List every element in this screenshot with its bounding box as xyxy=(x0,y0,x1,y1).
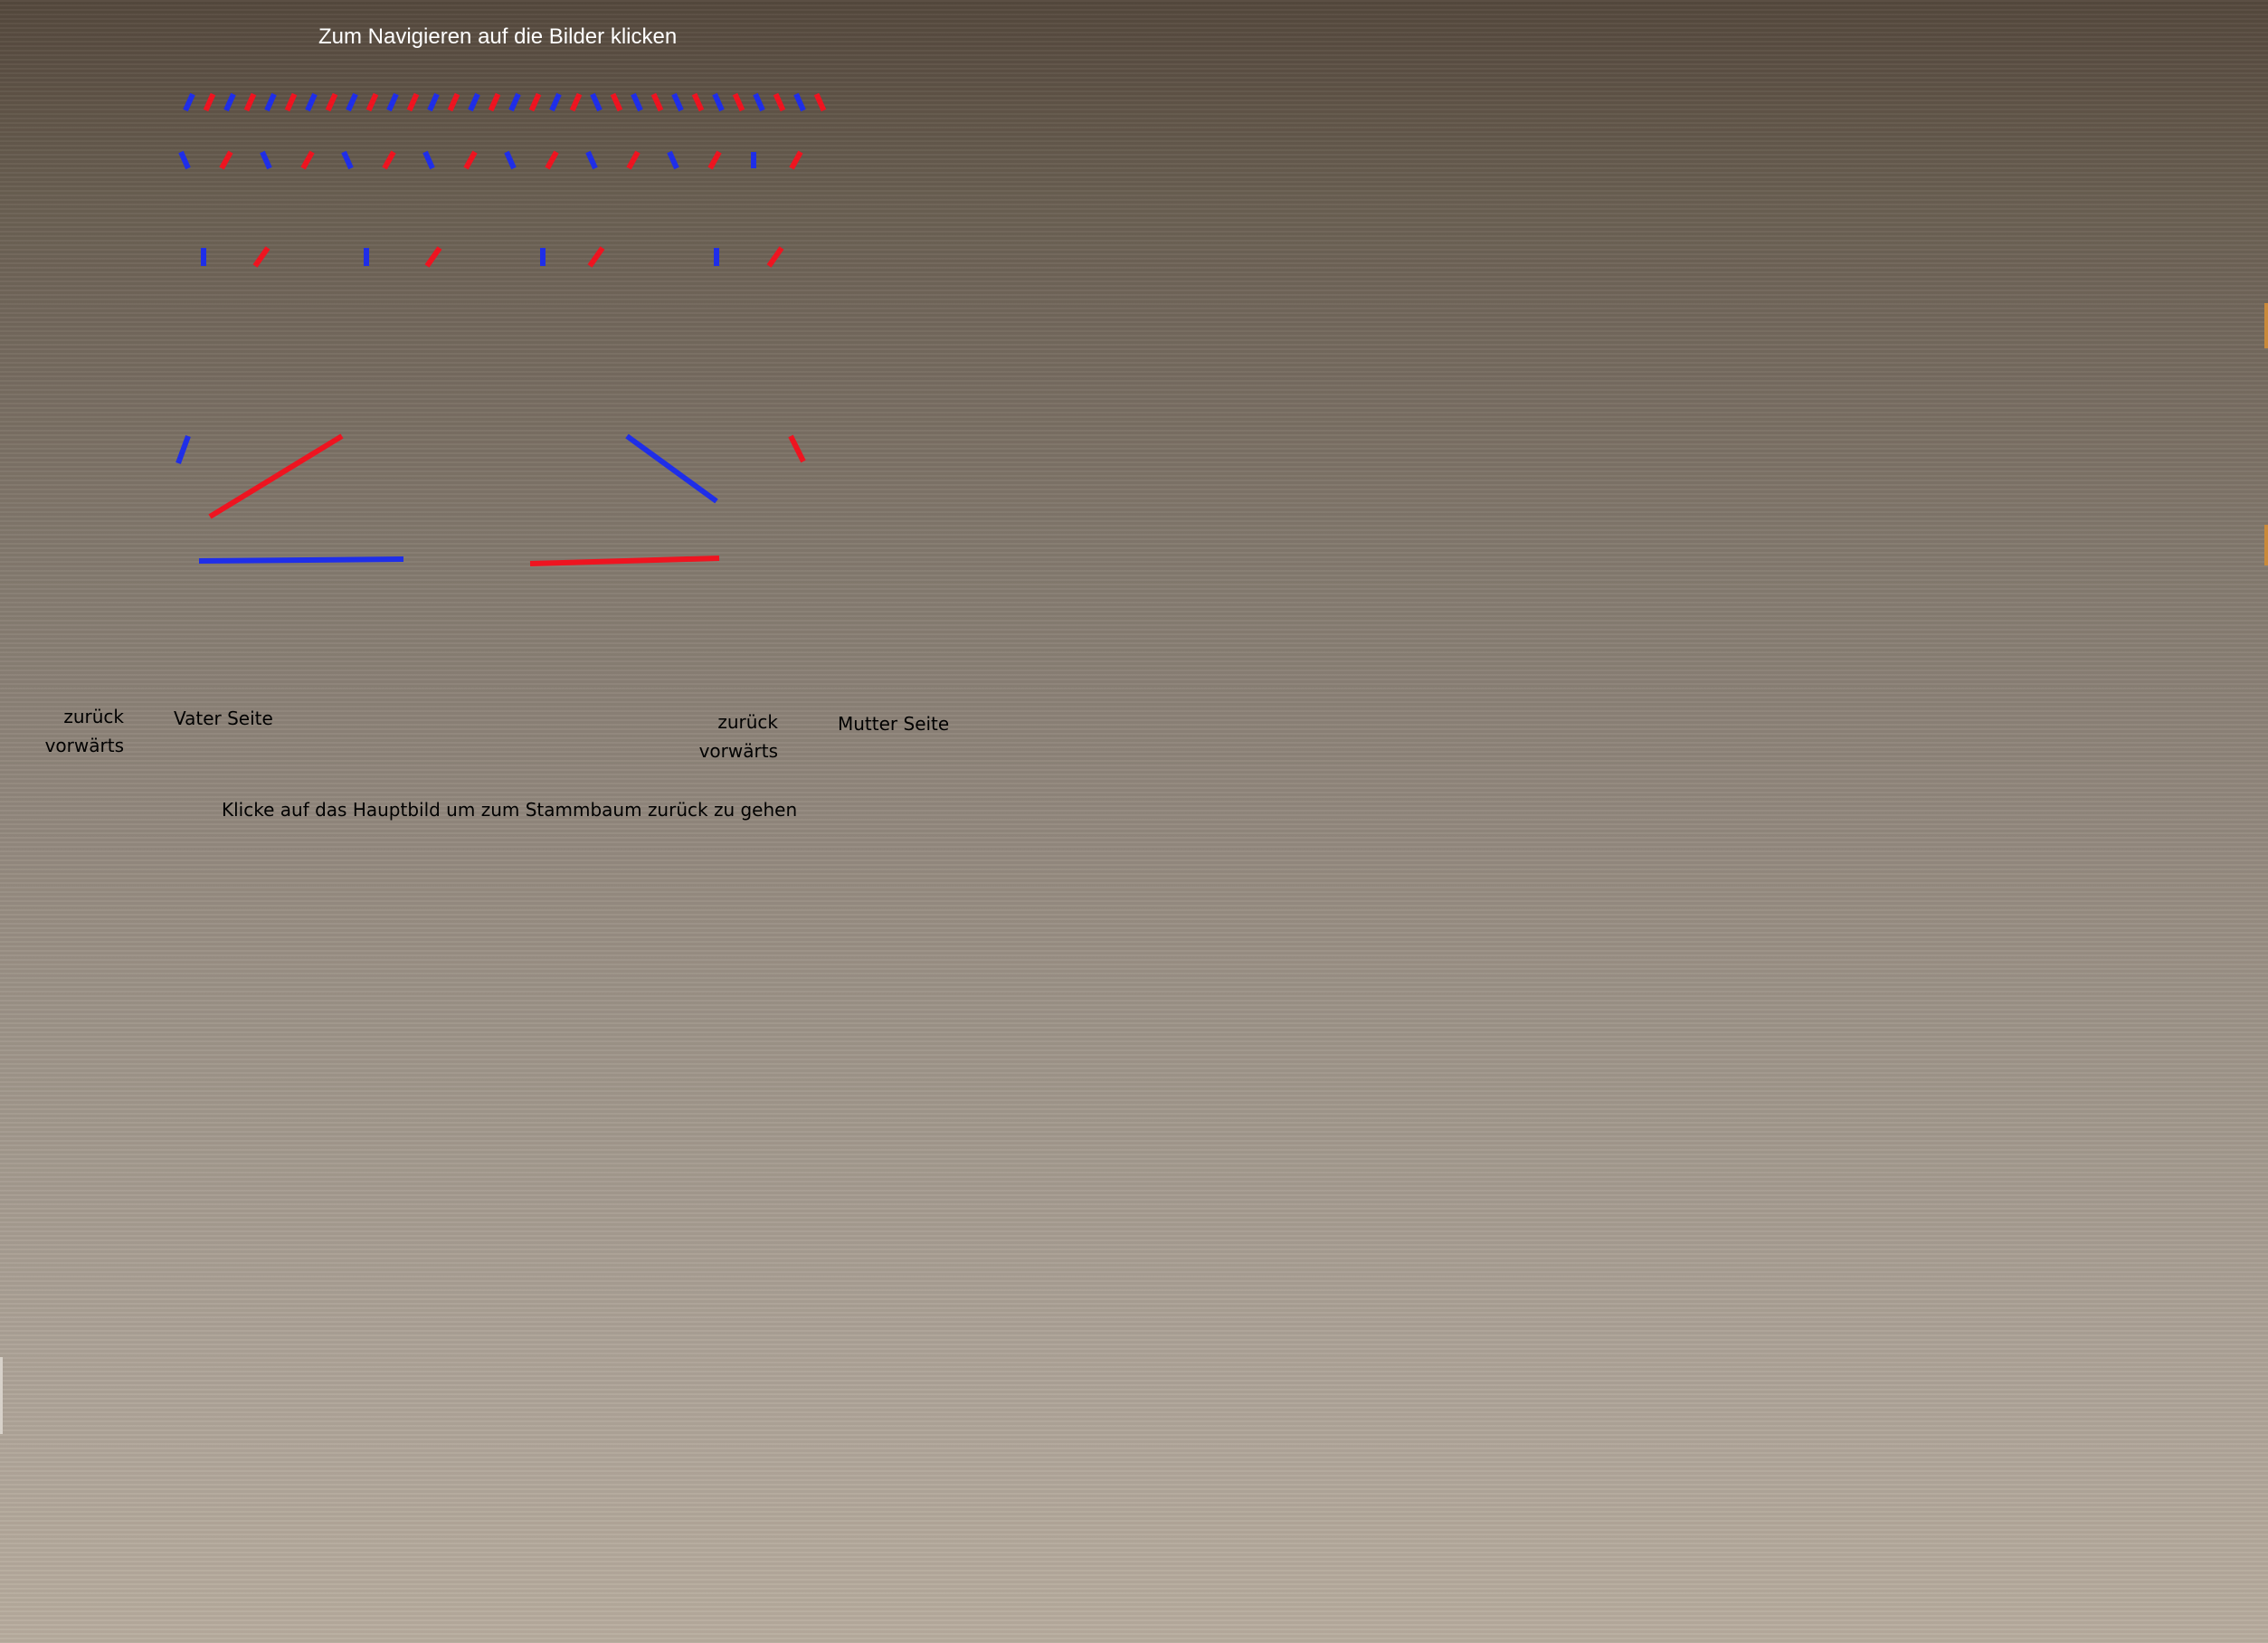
row1-connector xyxy=(712,92,725,112)
row1-connector xyxy=(671,92,684,112)
row1-connector xyxy=(569,92,583,112)
row1-connector xyxy=(528,92,542,112)
row1-connector xyxy=(325,92,338,112)
mother-forward-link[interactable]: vorwärts xyxy=(688,736,778,765)
father-back-link[interactable]: zurück xyxy=(36,702,124,731)
row1-connector xyxy=(488,92,501,112)
row1-connector xyxy=(793,92,806,112)
row2-connector xyxy=(545,150,559,170)
row1-connector xyxy=(305,92,318,112)
row2-connector xyxy=(300,150,315,170)
row1-connector xyxy=(406,92,420,112)
row2-connector xyxy=(260,150,272,170)
parent-connector xyxy=(176,434,191,465)
row2-connector xyxy=(707,150,722,170)
row1-connector xyxy=(691,92,705,112)
mother-side-label[interactable]: Mutter Seite xyxy=(838,713,949,735)
row1-connector xyxy=(650,92,664,112)
row3-connector xyxy=(766,246,784,268)
row2-connector xyxy=(341,150,354,170)
footer-note: Klicke auf das Hauptbild um zum Stammbau… xyxy=(222,799,798,821)
row2-connector xyxy=(219,150,233,170)
row1-connector xyxy=(264,92,277,112)
row1-connector xyxy=(365,92,379,112)
parent-connector xyxy=(788,434,806,463)
row1-connector xyxy=(427,92,440,112)
family-tree-lines xyxy=(176,92,827,566)
row1-connector xyxy=(631,92,643,112)
row1-connector xyxy=(386,92,399,112)
row2-connector xyxy=(382,150,396,170)
row1-connector xyxy=(284,92,298,112)
row1-connector xyxy=(508,92,521,112)
row1-connector xyxy=(753,92,765,112)
row3-connector xyxy=(424,246,442,268)
row2-connector xyxy=(463,150,478,170)
mother-baseline xyxy=(529,556,720,566)
mother-nav: zurück vorwärts xyxy=(688,708,778,765)
row1-connector xyxy=(223,92,236,112)
row1-connector xyxy=(610,92,623,112)
row2-connector xyxy=(626,150,641,170)
row2-connector xyxy=(667,150,679,170)
mother-back-link[interactable]: zurück xyxy=(688,708,778,736)
row1-connector xyxy=(203,92,216,112)
row1-connector xyxy=(549,92,562,112)
row2-connector xyxy=(504,150,517,170)
row3-connector xyxy=(252,246,270,268)
row1-connector xyxy=(732,92,745,112)
parent-connector xyxy=(625,433,718,504)
father-nav: zurück vorwärts xyxy=(36,702,124,760)
row1-connector xyxy=(447,92,460,112)
father-baseline xyxy=(198,556,404,564)
row2-connector xyxy=(789,150,803,170)
row1-connector xyxy=(346,92,358,112)
row1-connector xyxy=(773,92,786,112)
row2-connector xyxy=(178,150,191,170)
row3-connector xyxy=(587,246,605,268)
row1-connector xyxy=(468,92,480,112)
parent-connector xyxy=(208,433,344,519)
row1-connector xyxy=(243,92,257,112)
father-forward-link[interactable]: vorwärts xyxy=(36,731,124,760)
row2-connector xyxy=(585,150,598,170)
row2-connector xyxy=(422,150,435,170)
row1-connector xyxy=(183,92,195,112)
father-side-label[interactable]: Vater Seite xyxy=(174,708,273,729)
row1-connector xyxy=(590,92,603,112)
row1-connector xyxy=(813,92,827,112)
